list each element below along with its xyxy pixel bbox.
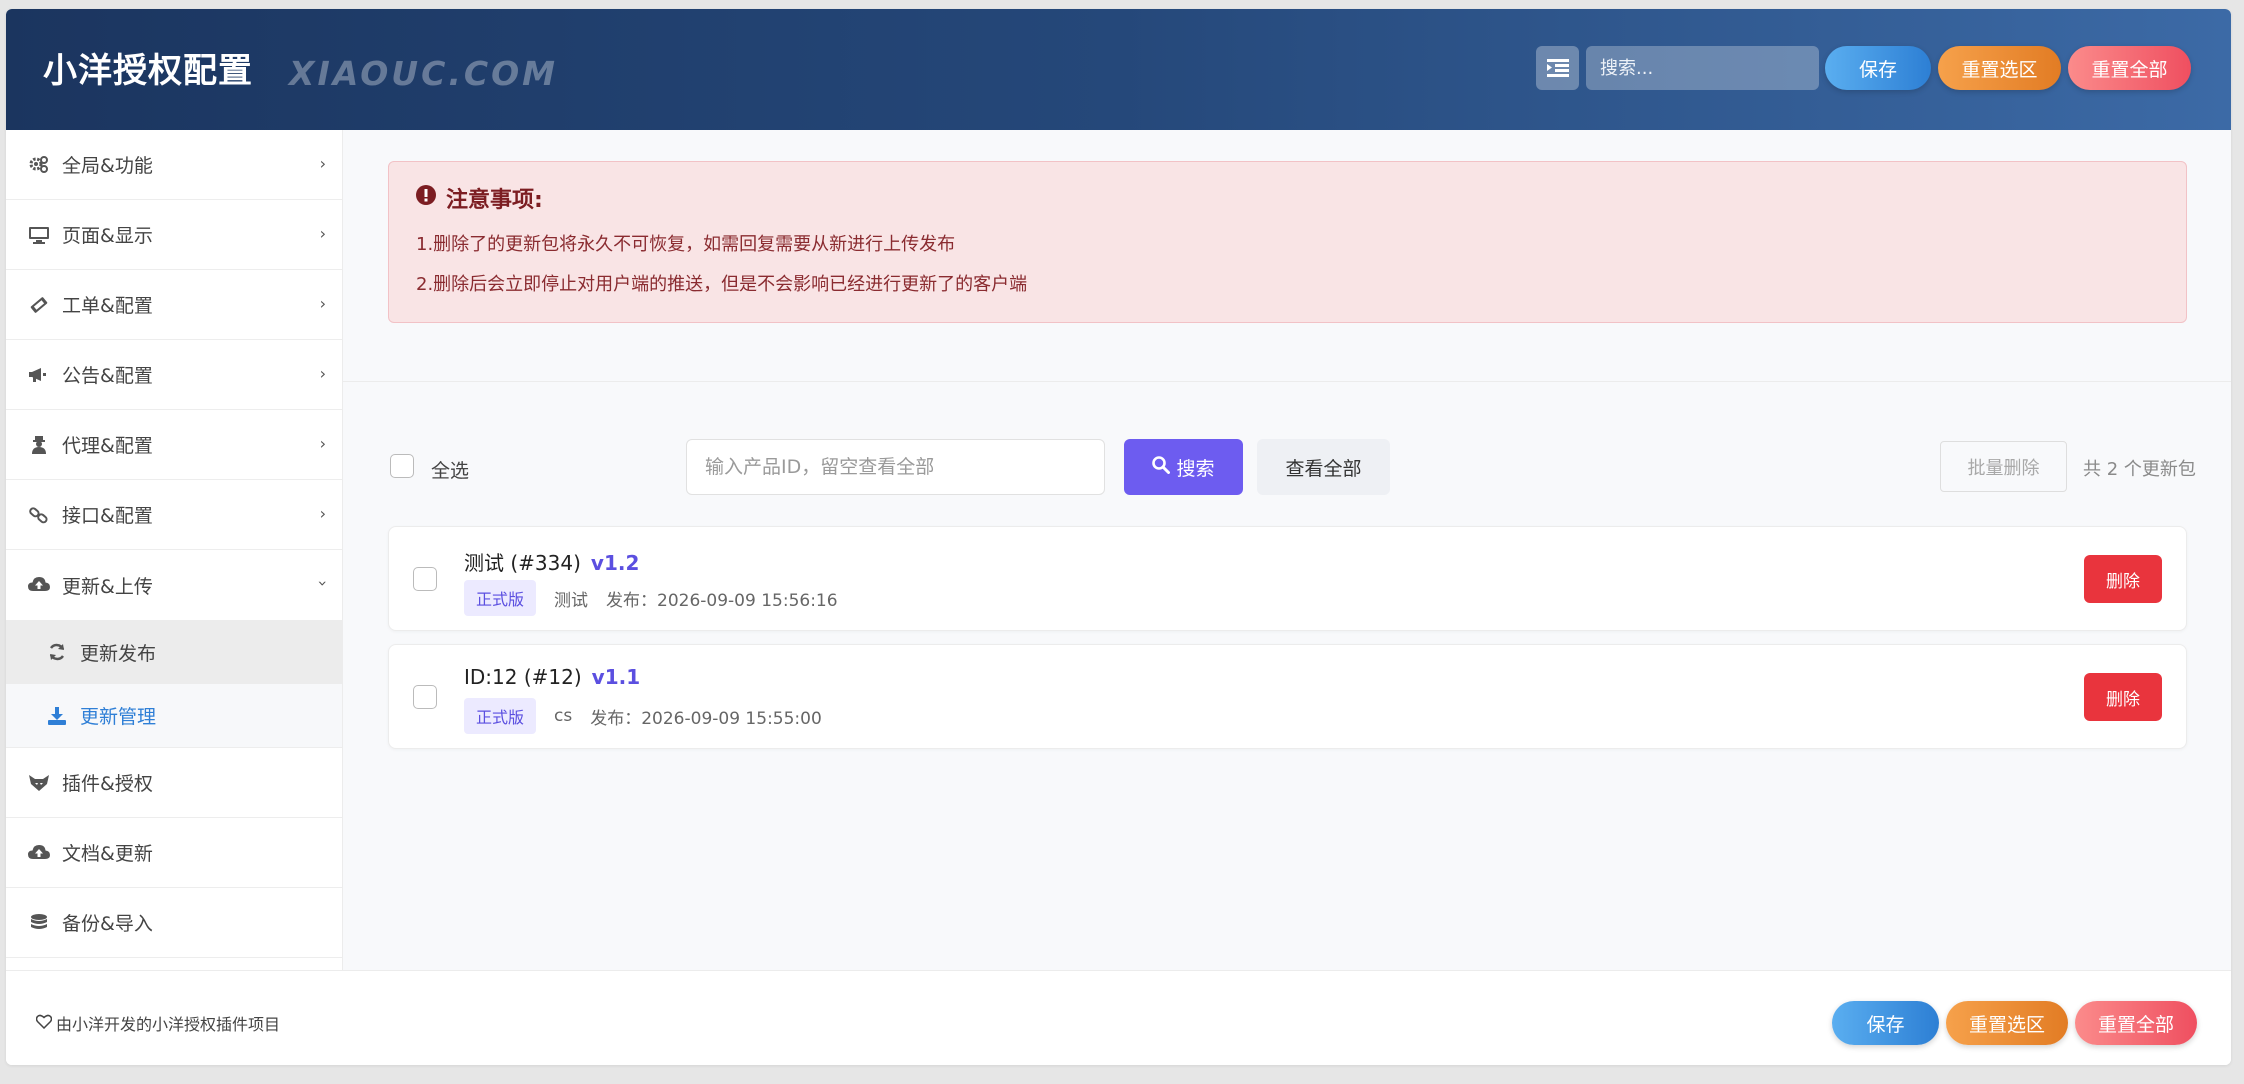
release-type-badge: 正式版	[464, 580, 537, 616]
sidebar-subitem-manage[interactable]: 更新管理	[6, 684, 342, 748]
sidebar-item-api[interactable]: 接口&配置 ›	[6, 480, 342, 550]
package-name: ID:12 (#12)	[464, 665, 582, 689]
sidebar-item-label: 页面&显示	[62, 225, 153, 247]
sidebar-item-announcement[interactable]: 公告&配置 ›	[6, 340, 342, 410]
sidebar-item-update[interactable]: 更新&上传 ›	[6, 550, 342, 620]
sidebar-item-agent[interactable]: 代理&配置 ›	[6, 410, 342, 480]
sidebar-item-label: 插件&授权	[62, 773, 153, 795]
product-id-input[interactable]	[686, 439, 1105, 495]
heart-icon	[35, 1014, 53, 1033]
release-type-badge: 正式版	[464, 698, 537, 734]
header-reset-section-button[interactable]: 重置选区	[1938, 46, 2061, 90]
notice-line-1: 1.删除了的更新包将永久不可恢复，如需回复需要从新进行上传发布	[416, 234, 956, 255]
main-content: 注意事项: 1.删除了的更新包将永久不可恢复，如需回复需要从新进行上传发布 2.…	[343, 130, 2231, 970]
package-version: v1.1	[591, 665, 641, 689]
user-secret-icon	[28, 434, 50, 456]
footer-credit: 由小洋开发的小洋授权插件项目	[56, 1015, 281, 1034]
header: 小洋授权配置 XIAOUC.COM 保存 重置选区 重置全部	[6, 9, 2231, 130]
footer-reset-section-button[interactable]: 重置选区	[1946, 1001, 2068, 1045]
chevron-down-icon: ›	[313, 580, 333, 587]
delete-button[interactable]: 删除	[2084, 673, 2162, 721]
sidebar-item-label: 接口&配置	[62, 505, 153, 527]
megaphone-icon	[28, 364, 50, 386]
refresh-icon	[46, 641, 68, 663]
package-card: 测试 (#334) v1.2 正式版 测试 发布：2026-09-09 15:5…	[388, 526, 2187, 631]
sidebar-item-backup[interactable]: 备份&导入	[6, 888, 342, 958]
chevron-right-icon: ›	[319, 434, 326, 453]
package-version: v1.2	[590, 551, 640, 575]
package-desc: 测试	[554, 590, 589, 611]
database-icon	[28, 912, 50, 934]
cloud-upload-icon	[28, 574, 50, 596]
search-button-label: 搜索	[1176, 457, 1215, 480]
notice-box: 注意事项: 1.删除了的更新包将永久不可恢复，如需回复需要从新进行上传发布 2.…	[388, 161, 2187, 323]
sidebar-item-page[interactable]: 页面&显示 ›	[6, 200, 342, 270]
delete-button[interactable]: 删除	[2084, 555, 2162, 603]
chevron-right-icon: ›	[319, 294, 326, 313]
app-window: 小洋授权配置 XIAOUC.COM 保存 重置选区 重置全部 全局&功能 ›	[6, 9, 2231, 1065]
search-button[interactable]: 搜索	[1124, 439, 1243, 495]
fox-icon	[28, 772, 50, 794]
sidebar-item-plugin[interactable]: 插件&授权	[6, 748, 342, 818]
sidebar-item-docs[interactable]: 文档&更新	[6, 818, 342, 888]
download-icon	[46, 705, 68, 727]
sidebar-item-label: 工单&配置	[62, 295, 153, 317]
notice-line-2: 2.删除后会立即停止对用户端的推送，但是不会影响已经进行更新了的客户端	[416, 274, 1028, 295]
gears-icon	[28, 154, 50, 176]
batch-delete-button[interactable]: 批量删除	[1940, 441, 2067, 492]
package-checkbox[interactable]	[413, 685, 437, 709]
package-count: 共 2 个更新包	[2083, 459, 2196, 480]
sidebar-item-label: 全局&功能	[62, 155, 153, 177]
view-all-button[interactable]: 查看全部	[1257, 439, 1390, 495]
footer: 由小洋开发的小洋授权插件项目 保存 重置选区 重置全部	[6, 970, 2231, 1065]
footer-reset-all-button[interactable]: 重置全部	[2075, 1001, 2197, 1045]
divider	[343, 381, 2231, 382]
app-title: 小洋授权配置	[43, 51, 253, 91]
select-all-checkbox[interactable]	[390, 454, 414, 478]
header-reset-all-button[interactable]: 重置全部	[2068, 46, 2191, 90]
package-desc: cs	[554, 706, 573, 726]
header-save-button[interactable]: 保存	[1825, 46, 1931, 90]
sidebar-item-ticket[interactable]: 工单&配置 ›	[6, 270, 342, 340]
package-name: 测试 (#334)	[464, 551, 581, 575]
sidebar-item-global[interactable]: 全局&功能 ›	[6, 130, 342, 200]
sidebar-item-label: 更新&上传	[62, 575, 153, 598]
link-icon	[28, 504, 50, 526]
sidebar-subitem-label: 更新管理	[80, 706, 157, 728]
package-checkbox[interactable]	[413, 567, 437, 591]
select-all-label[interactable]: 全选	[431, 456, 469, 483]
chevron-right-icon: ›	[319, 224, 326, 243]
package-time: 发布：2026-09-09 15:55:00	[590, 708, 822, 729]
ticket-icon	[28, 294, 50, 316]
sidebar-item-label: 公告&配置	[62, 365, 153, 387]
indent-icon	[1546, 59, 1569, 77]
sidebar-subitem-label: 更新发布	[80, 642, 157, 665]
app-subtitle-watermark: XIAOUC.COM	[289, 54, 558, 93]
header-search-input[interactable]	[1586, 46, 1819, 90]
cloud-upload-icon	[28, 842, 50, 864]
search-icon	[1152, 455, 1171, 479]
monitor-icon	[28, 224, 50, 246]
package-card: ID:12 (#12) v1.1 正式版 cs 发布：2026-09-09 15…	[388, 644, 2187, 749]
sidebar-item-label: 备份&导入	[62, 913, 153, 935]
chevron-right-icon: ›	[319, 504, 326, 523]
exclamation-circle-icon	[416, 185, 436, 211]
chevron-right-icon: ›	[319, 364, 326, 383]
footer-save-button[interactable]: 保存	[1832, 1001, 1939, 1045]
sidebar-item-label: 代理&配置	[62, 435, 153, 457]
menu-toggle-button[interactable]	[1536, 46, 1579, 90]
sidebar-item-label: 文档&更新	[62, 843, 153, 865]
notice-title: 注意事项:	[446, 188, 543, 213]
package-time: 发布：2026-09-09 15:56:16	[606, 590, 838, 611]
sidebar: 全局&功能 › 页面&显示 › 工单&配置 › 公告&配置 › 代理&配置 › …	[6, 130, 343, 970]
sidebar-subitem-release[interactable]: 更新发布	[6, 620, 342, 684]
chevron-right-icon: ›	[319, 154, 326, 173]
